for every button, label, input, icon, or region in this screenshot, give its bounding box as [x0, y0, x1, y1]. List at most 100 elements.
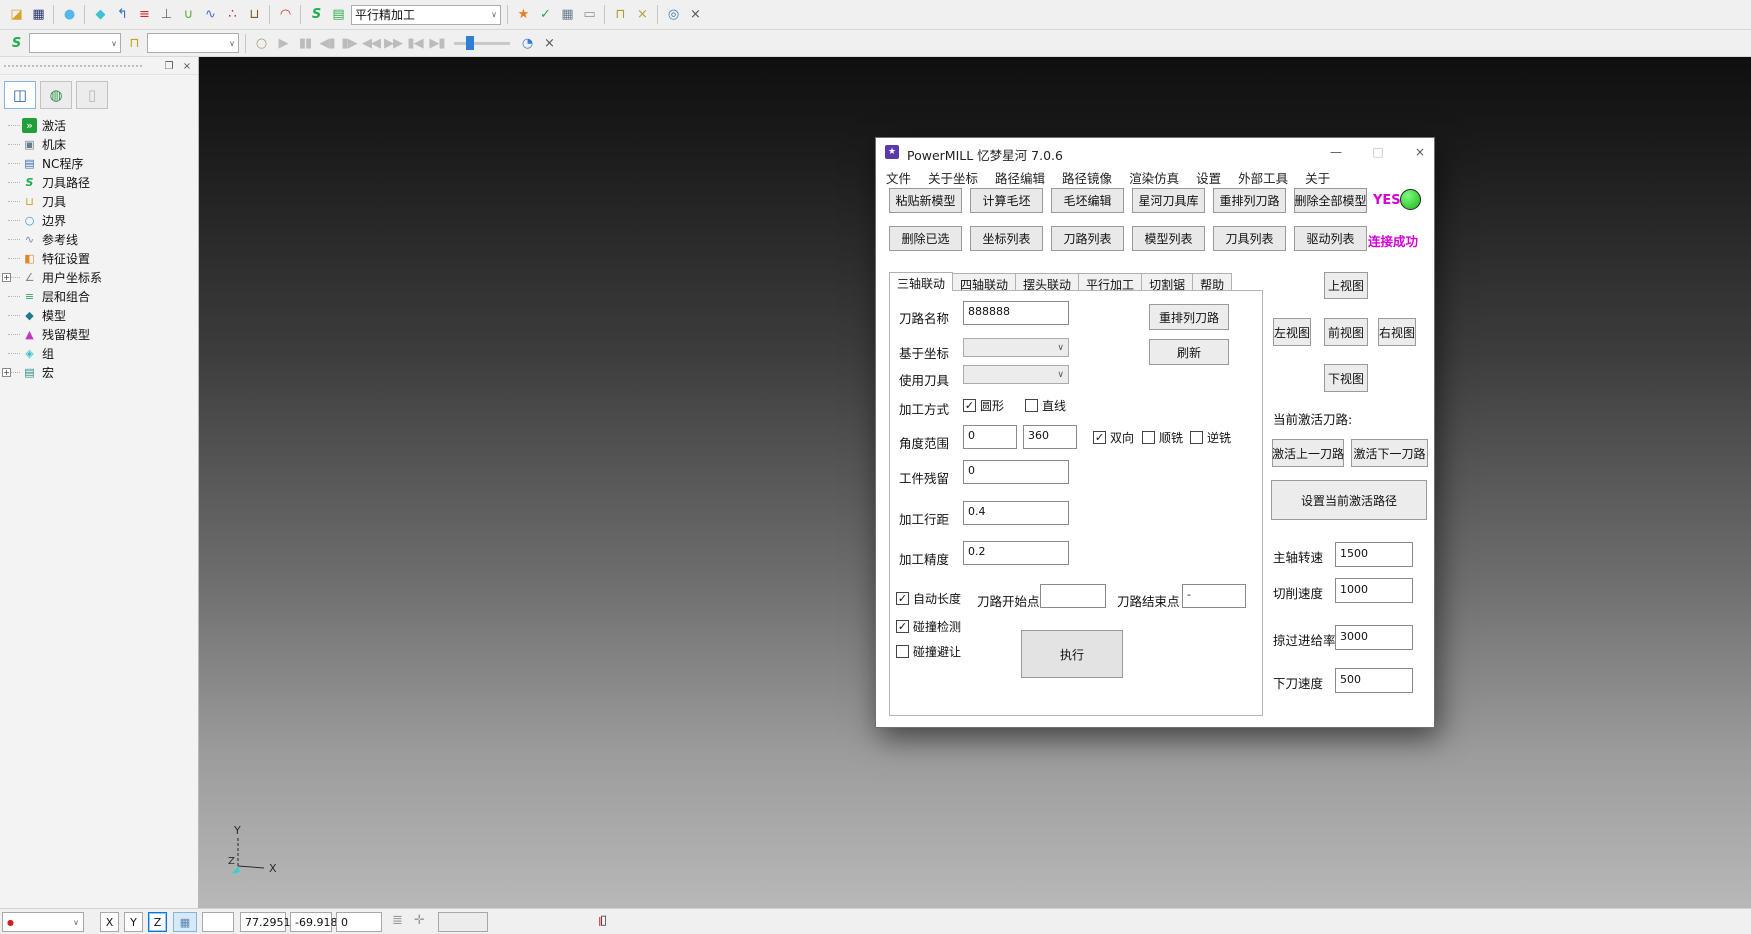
dialog-tab-1[interactable]: 四轴联动 [952, 273, 1016, 291]
tool-select[interactable]: ∨ [147, 33, 239, 53]
axis-z-button[interactable]: Z [148, 912, 167, 932]
menu-item-6[interactable]: 外部工具 [1238, 168, 1288, 187]
angle-from-input[interactable]: 0 [963, 425, 1017, 449]
close-icon[interactable]: × [1405, 142, 1435, 162]
feature-points-icon[interactable]: ∴ [221, 4, 243, 26]
entity-light-icon[interactable]: ○ [250, 32, 272, 54]
tool-pair-icon[interactable]: ⊓ [609, 4, 631, 26]
tab-web-globe[interactable]: ◍ [40, 81, 72, 109]
slider-handle[interactable] [466, 36, 474, 50]
grid-snap-button[interactable]: ▦ [173, 912, 197, 932]
powermill-logo-icon[interactable]: S [5, 32, 27, 54]
action-button-r1-3[interactable]: 星河刀具库 [1132, 188, 1205, 213]
view-front-button[interactable]: 前视图 [1324, 318, 1368, 346]
fast-forward-icon[interactable]: ▶▶ [382, 32, 404, 54]
axis-x-button[interactable]: X [100, 912, 119, 932]
tab-explorer-tree[interactable]: ◫ [4, 81, 36, 109]
chevron-down-icon[interactable]: ∨ [491, 10, 497, 19]
menu-item-0[interactable]: 文件 [886, 168, 911, 187]
tool-create-icon[interactable]: ⊥ [155, 4, 177, 26]
step-forward-icon[interactable]: ▮▶ [338, 32, 360, 54]
action-button-r2-4[interactable]: 刀具列表 [1213, 226, 1286, 251]
block-icon[interactable]: ◆ [89, 4, 111, 26]
speed-input-0[interactable]: 1500 [1335, 542, 1413, 567]
tree-item-model[interactable]: ◆模型 [0, 306, 198, 325]
start-point-input[interactable] [1040, 584, 1106, 608]
angle-to-input[interactable]: 360 [1023, 425, 1077, 449]
tree-item-macro[interactable]: +▤宏 [0, 363, 198, 382]
verify-tool-icon[interactable]: ✓ [534, 4, 556, 26]
view-right-button[interactable]: 右视图 [1378, 318, 1416, 346]
tolerance-input[interactable]: 0.2 [963, 541, 1069, 565]
tree-item-feature-set[interactable]: ◧特征设置 [0, 249, 198, 268]
action-button-r2-3[interactable]: 模型列表 [1132, 226, 1205, 251]
panel-close-icon[interactable]: × [180, 59, 194, 73]
conventional-checkbox[interactable]: 逆铣 [1190, 429, 1231, 446]
coord-z-field[interactable]: 0 [336, 912, 382, 932]
stock-allowance-input[interactable]: 0 [963, 460, 1069, 484]
collision-avoid-checkbox[interactable]: 碰撞避让 [896, 643, 961, 660]
auto-length-checkbox[interactable]: ✓自动长度 [896, 590, 961, 607]
axis-y-button[interactable]: Y [124, 912, 143, 932]
action-button-r2-1[interactable]: 坐标列表 [970, 226, 1043, 251]
tree-item-toolpath[interactable]: S刀具路径 [0, 173, 198, 192]
maximize-icon[interactable]: □ [1363, 142, 1393, 162]
coord-y-field[interactable]: -69.918 [290, 912, 332, 932]
action-button-r1-0[interactable]: 粘贴新模型 [889, 188, 962, 213]
tree-item-nc-program[interactable]: ▤NC程序 [0, 154, 198, 173]
action-button-r1-5[interactable]: 删除全部模型 [1294, 188, 1367, 213]
menu-item-3[interactable]: 路径镜像 [1062, 168, 1112, 187]
action-button-r2-2[interactable]: 刀路列表 [1051, 226, 1124, 251]
activate-next-toolpath-button[interactable]: 激活下一刀路 [1351, 439, 1428, 467]
toolbar-close-icon[interactable]: × [538, 32, 560, 54]
linear-checkbox[interactable]: 直线 [1025, 397, 1066, 414]
tree-item-group[interactable]: ◈组 [0, 344, 198, 363]
tree-item-machine[interactable]: ▣机床 [0, 135, 198, 154]
toolpath-create-icon[interactable]: ↰ [111, 4, 133, 26]
clock-icon[interactable]: ◔ [516, 32, 538, 54]
circular-checkbox[interactable]: ✓圆形 [963, 397, 1004, 414]
grid-size-field[interactable] [202, 912, 234, 932]
view-bottom-button[interactable]: 下视图 [1324, 364, 1368, 392]
marker-combobox[interactable]: ● ∨ [2, 912, 84, 932]
pattern-create-icon[interactable]: ∿ [199, 4, 221, 26]
shaded-view-icon[interactable]: ● [58, 4, 80, 26]
open-project-icon[interactable]: ◪ [5, 4, 27, 26]
toolpath-list-icon[interactable]: ▤ [327, 4, 349, 26]
play-icon[interactable]: ▶ [272, 32, 294, 54]
skip-end-icon[interactable]: ▶▮ [426, 32, 448, 54]
panel-float-icon[interactable]: ❐ [162, 59, 176, 73]
dialog-tab-2[interactable]: 摆头联动 [1015, 273, 1079, 291]
view-left-button[interactable]: 左视图 [1273, 318, 1311, 346]
powermill-logo-icon[interactable]: S [305, 4, 327, 26]
dialog-tab-3[interactable]: 平行加工 [1078, 273, 1142, 291]
measure-field[interactable] [438, 912, 488, 932]
reorder-toolpath-button[interactable]: 重排列刀路 [1149, 304, 1229, 330]
tab-recycle-bin[interactable]: ▯ [76, 81, 108, 109]
set-active-path-button[interactable]: 设置当前激活路径 [1271, 480, 1427, 520]
toolpath-name-input[interactable]: 888888 [963, 301, 1069, 325]
menu-item-7[interactable]: 关于 [1305, 168, 1330, 187]
rewind-icon[interactable]: ◀◀ [360, 32, 382, 54]
panel-grip[interactable] [4, 65, 142, 67]
tree-item-stock-model[interactable]: ▲残留模型 [0, 325, 198, 344]
expand-icon[interactable]: + [2, 368, 11, 377]
dialog-tab-0[interactable]: 三轴联动 [889, 272, 953, 291]
toolbar-close-icon[interactable]: × [684, 4, 706, 26]
tree-item-workplane[interactable]: +∠用户坐标系 [0, 268, 198, 287]
bidirectional-checkbox[interactable]: ✓双向 [1093, 429, 1134, 446]
chevron-down-icon[interactable]: ∨ [111, 39, 117, 48]
pause-icon[interactable]: ▮▮ [294, 32, 316, 54]
toolpath-select[interactable]: ∨ [29, 33, 121, 53]
action-button-r1-1[interactable]: 计算毛坯 [970, 188, 1043, 213]
menu-item-2[interactable]: 路径编辑 [995, 168, 1045, 187]
activate-prev-toolpath-button[interactable]: 激活上一刀路 [1272, 439, 1344, 467]
refresh-button[interactable]: 刷新 [1149, 339, 1229, 365]
toolpath-edit-icon[interactable]: ≡ [133, 4, 155, 26]
menu-item-4[interactable]: 渲染仿真 [1129, 168, 1179, 187]
execute-button[interactable]: 执行 [1021, 630, 1123, 678]
dialog-tab-5[interactable]: 帮助 [1192, 273, 1232, 291]
save-project-icon[interactable]: ▦ [27, 4, 49, 26]
cylinders-icon[interactable]: ◎ [662, 4, 684, 26]
clipboard-icon[interactable]: ▯‖ [600, 913, 603, 928]
